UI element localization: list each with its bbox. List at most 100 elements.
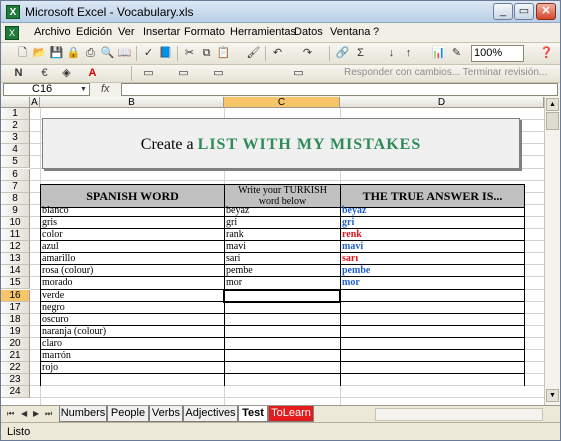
row-header[interactable]: 16 <box>1 289 30 302</box>
answer-cell[interactable] <box>340 326 525 338</box>
row-header[interactable]: 4 <box>1 144 30 157</box>
permission-icon[interactable]: 🔒 <box>66 46 81 61</box>
scroll-up-icon[interactable]: ▲ <box>546 98 559 111</box>
formula-input[interactable] <box>121 83 558 96</box>
tab-adjectives[interactable]: Adjectives <box>183 406 238 422</box>
tab-verbs[interactable]: Verbs <box>149 406 183 422</box>
bold-icon[interactable]: N <box>11 66 26 81</box>
row-header[interactable]: 6 <box>1 168 30 181</box>
turkish-word-cell[interactable] <box>224 302 340 314</box>
menu-ver[interactable]: Ver <box>118 26 135 38</box>
redo-icon[interactable]: ↷ <box>300 46 315 61</box>
column-header-c[interactable]: C <box>224 97 340 108</box>
research-book-icon[interactable]: 📘 <box>158 46 173 61</box>
row-header[interactable]: 5 <box>1 156 30 169</box>
row-header[interactable]: 7 <box>1 180 30 193</box>
font-color-icon[interactable]: A <box>85 66 100 81</box>
answer-cell[interactable] <box>340 290 525 302</box>
turkish-word-cell[interactable]: gri <box>224 217 340 229</box>
copy-icon[interactable]: ⧉ <box>199 46 214 61</box>
turkish-word-cell[interactable]: beyaz <box>224 205 340 217</box>
turkish-word-cell[interactable] <box>224 314 340 326</box>
undo-icon[interactable]: ↶ <box>270 46 285 61</box>
spanish-word-cell[interactable]: rosa (colour) <box>40 265 224 277</box>
spanish-word-cell[interactable]: gris <box>40 217 224 229</box>
row-header[interactable]: 1 <box>1 108 30 120</box>
row-header[interactable]: 9 <box>1 204 30 217</box>
answer-cell[interactable] <box>340 338 525 350</box>
vertical-scrollbar[interactable]: ▲ ▼ <box>544 97 560 405</box>
menu-help[interactable]: ? <box>373 26 379 38</box>
answer-cell[interactable]: sarı <box>340 253 525 265</box>
spanish-word-cell[interactable]: azul <box>40 241 224 253</box>
restore-button[interactable]: ▭ <box>514 3 534 20</box>
menu-archivo[interactable]: Archivo <box>34 26 71 38</box>
minimize-button[interactable]: _ <box>493 3 513 20</box>
row-header[interactable]: 10 <box>1 216 30 229</box>
close-button[interactable]: ✕ <box>536 3 556 20</box>
worksheet-grid[interactable]: A B C D 1 2 3 4 5 6 7 8 9 10 11 12 13 14 15 16 17 18 19 20 2… <box>1 97 544 405</box>
column-header-b[interactable]: B <box>40 97 224 108</box>
answer-cell[interactable]: renk <box>340 229 525 241</box>
answer-cell[interactable] <box>340 362 525 374</box>
spanish-word-cell[interactable]: negro <box>40 302 224 314</box>
spanish-word-cell[interactable]: oscuro <box>40 314 224 326</box>
sort-ascending-icon[interactable]: ↓ <box>384 46 399 61</box>
tab-tolearn[interactable]: ToLearn <box>268 406 314 422</box>
turkish-word-cell[interactable] <box>224 326 340 338</box>
workbook-icon[interactable]: X <box>5 26 19 40</box>
answer-cell[interactable] <box>340 302 525 314</box>
column-header-d[interactable]: D <box>340 97 544 108</box>
menu-datos[interactable]: Datos <box>294 26 323 38</box>
answer-cell[interactable]: mor <box>340 277 525 289</box>
review-icon-1[interactable]: ▭ <box>141 66 156 81</box>
menu-herramientas[interactable]: Herramientas <box>230 26 296 38</box>
spanish-word-cell[interactable]: color <box>40 229 224 241</box>
row-header[interactable]: 12 <box>1 241 30 254</box>
spanish-word-cell[interactable]: naranja (colour) <box>40 326 224 338</box>
name-box-dropdown-icon[interactable]: ▼ <box>80 86 87 93</box>
row-header[interactable]: 20 <box>1 337 30 350</box>
row-header[interactable]: 21 <box>1 350 30 362</box>
answer-cell[interactable]: mavi <box>340 241 525 253</box>
fill-color-icon[interactable]: ◈ <box>59 66 74 81</box>
prev-sheet-icon[interactable]: ◀ <box>21 409 27 418</box>
row-header[interactable]: 17 <box>1 301 30 314</box>
row-header[interactable]: 24 <box>1 386 30 399</box>
first-sheet-icon[interactable]: ⏮ <box>7 409 14 419</box>
spanish-word-cell[interactable]: rojo <box>40 362 224 374</box>
review-icon-3[interactable]: ▭ <box>211 66 226 81</box>
row-header[interactable]: 11 <box>1 229 30 241</box>
column-header-a[interactable]: A <box>30 97 40 108</box>
tab-numbers[interactable]: Numbers <box>59 406 107 422</box>
menu-formato[interactable]: Formato <box>184 26 225 38</box>
row-header[interactable]: 14 <box>1 265 30 278</box>
zoom-select[interactable]: 100% <box>471 45 524 62</box>
answer-cell[interactable] <box>340 314 525 326</box>
review-commands[interactable]: Responder con cambios... Terminar revisi… <box>344 67 547 78</box>
next-sheet-icon[interactable]: ▶ <box>33 409 39 418</box>
horizontal-scrollbar[interactable] <box>375 408 543 421</box>
sort-descending-icon[interactable]: ↑ <box>401 46 416 61</box>
answer-cell[interactable]: beyaz <box>340 205 525 217</box>
scroll-down-icon[interactable]: ▼ <box>546 389 559 402</box>
row-header[interactable]: 18 <box>1 313 30 326</box>
print-preview-icon[interactable]: 🔍 <box>100 46 115 61</box>
spanish-word-cell[interactable]: morado <box>40 277 224 289</box>
spanish-word-cell[interactable]: blanco <box>40 205 224 217</box>
tab-test[interactable]: Test <box>238 406 268 422</box>
turkish-word-cell[interactable]: sari <box>224 253 340 265</box>
scroll-thumb[interactable] <box>546 112 559 130</box>
currency-icon[interactable]: € <box>37 66 52 81</box>
spanish-word-cell[interactable]: amarillo <box>40 253 224 265</box>
row-header[interactable]: 3 <box>1 132 30 145</box>
cut-icon[interactable]: ✂ <box>182 46 197 61</box>
open-icon[interactable]: 📂 <box>32 46 47 61</box>
last-sheet-icon[interactable]: ⏭ <box>45 409 52 419</box>
print-icon[interactable]: ⎙ <box>83 46 98 61</box>
tab-people[interactable]: People <box>107 406 149 422</box>
save-icon[interactable]: 💾 <box>49 46 64 61</box>
turkish-word-cell[interactable]: mavi <box>224 241 340 253</box>
spanish-word-cell[interactable]: marrón <box>40 350 224 362</box>
hyperlink-icon[interactable]: 🔗 <box>335 46 350 61</box>
